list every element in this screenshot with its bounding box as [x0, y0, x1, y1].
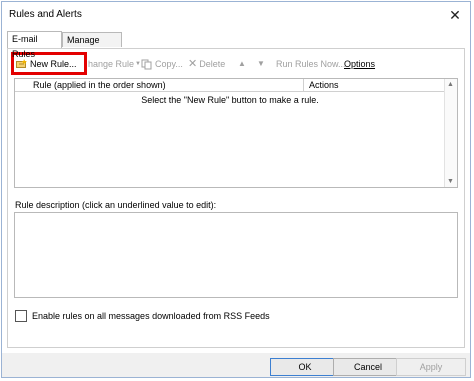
rss-rules-checkbox[interactable] — [15, 310, 27, 322]
copy-button[interactable]: Copy... — [141, 57, 183, 71]
apply-button[interactable]: Apply — [396, 358, 466, 376]
rule-description-label: Rule description (click an underlined va… — [15, 200, 217, 210]
arrow-up-icon: ▲ — [238, 59, 246, 68]
delete-button[interactable]: ✕ Delete — [188, 57, 225, 71]
column-header-actions[interactable]: Actions — [303, 79, 339, 91]
run-rules-now-button[interactable]: Run Rules Now... — [276, 57, 346, 71]
options-button[interactable]: Options — [344, 57, 375, 71]
toolbar: New Rule... hange Rule ▼ Copy... ✕ Delet… — [8, 52, 464, 76]
copy-icon — [141, 59, 152, 69]
rules-list-header: Rule (applied in the order shown) Action… — [15, 79, 445, 92]
change-rule-label: hange Rule — [88, 59, 135, 69]
move-down-button[interactable]: ▼ — [257, 57, 265, 71]
rules-list[interactable]: Rule (applied in the order shown) Action… — [14, 78, 458, 188]
tab-label: E-mail Rules — [12, 34, 38, 59]
scroll-down-icon[interactable]: ▼ — [447, 178, 454, 185]
arrow-down-icon: ▼ — [257, 59, 265, 68]
rules-list-scrollbar[interactable]: ▲ ▼ — [444, 79, 457, 187]
tab-manage-alerts[interactable]: Manage Alerts — [62, 32, 122, 60]
run-rules-now-label: Run Rules Now... — [276, 59, 346, 69]
rss-rules-label: Enable rules on all messages downloaded … — [32, 311, 270, 321]
cancel-button[interactable]: Cancel — [333, 358, 403, 376]
scroll-up-icon[interactable]: ▲ — [447, 81, 454, 88]
rss-rules-checkbox-row[interactable]: Enable rules on all messages downloaded … — [15, 310, 270, 322]
title-bar: Rules and Alerts ✕ — [2, 2, 470, 28]
column-header-rule[interactable]: Rule (applied in the order shown) — [33, 79, 166, 91]
options-label: Options — [344, 59, 376, 69]
close-icon[interactable]: ✕ — [446, 6, 464, 24]
change-rule-button[interactable]: hange Rule ▼ — [88, 57, 141, 71]
copy-label: Copy... — [155, 59, 183, 69]
ok-button[interactable]: OK — [270, 358, 340, 376]
rules-and-alerts-dialog: Rules and Alerts ✕ E-mail Rules Manage A… — [1, 1, 471, 378]
email-rules-panel: New Rule... hange Rule ▼ Copy... ✕ Delet… — [7, 48, 465, 348]
move-up-button[interactable]: ▲ — [238, 57, 246, 71]
delete-label: Delete — [199, 59, 226, 69]
delete-icon: ✕ — [188, 58, 198, 70]
dialog-footer: OK Cancel Apply — [2, 353, 470, 377]
window-title: Rules and Alerts — [9, 9, 82, 20]
rule-description-box[interactable] — [14, 212, 458, 298]
tab-email-rules[interactable]: E-mail Rules — [7, 31, 62, 59]
empty-rules-message: Select the "New Rule" button to make a r… — [141, 95, 319, 105]
